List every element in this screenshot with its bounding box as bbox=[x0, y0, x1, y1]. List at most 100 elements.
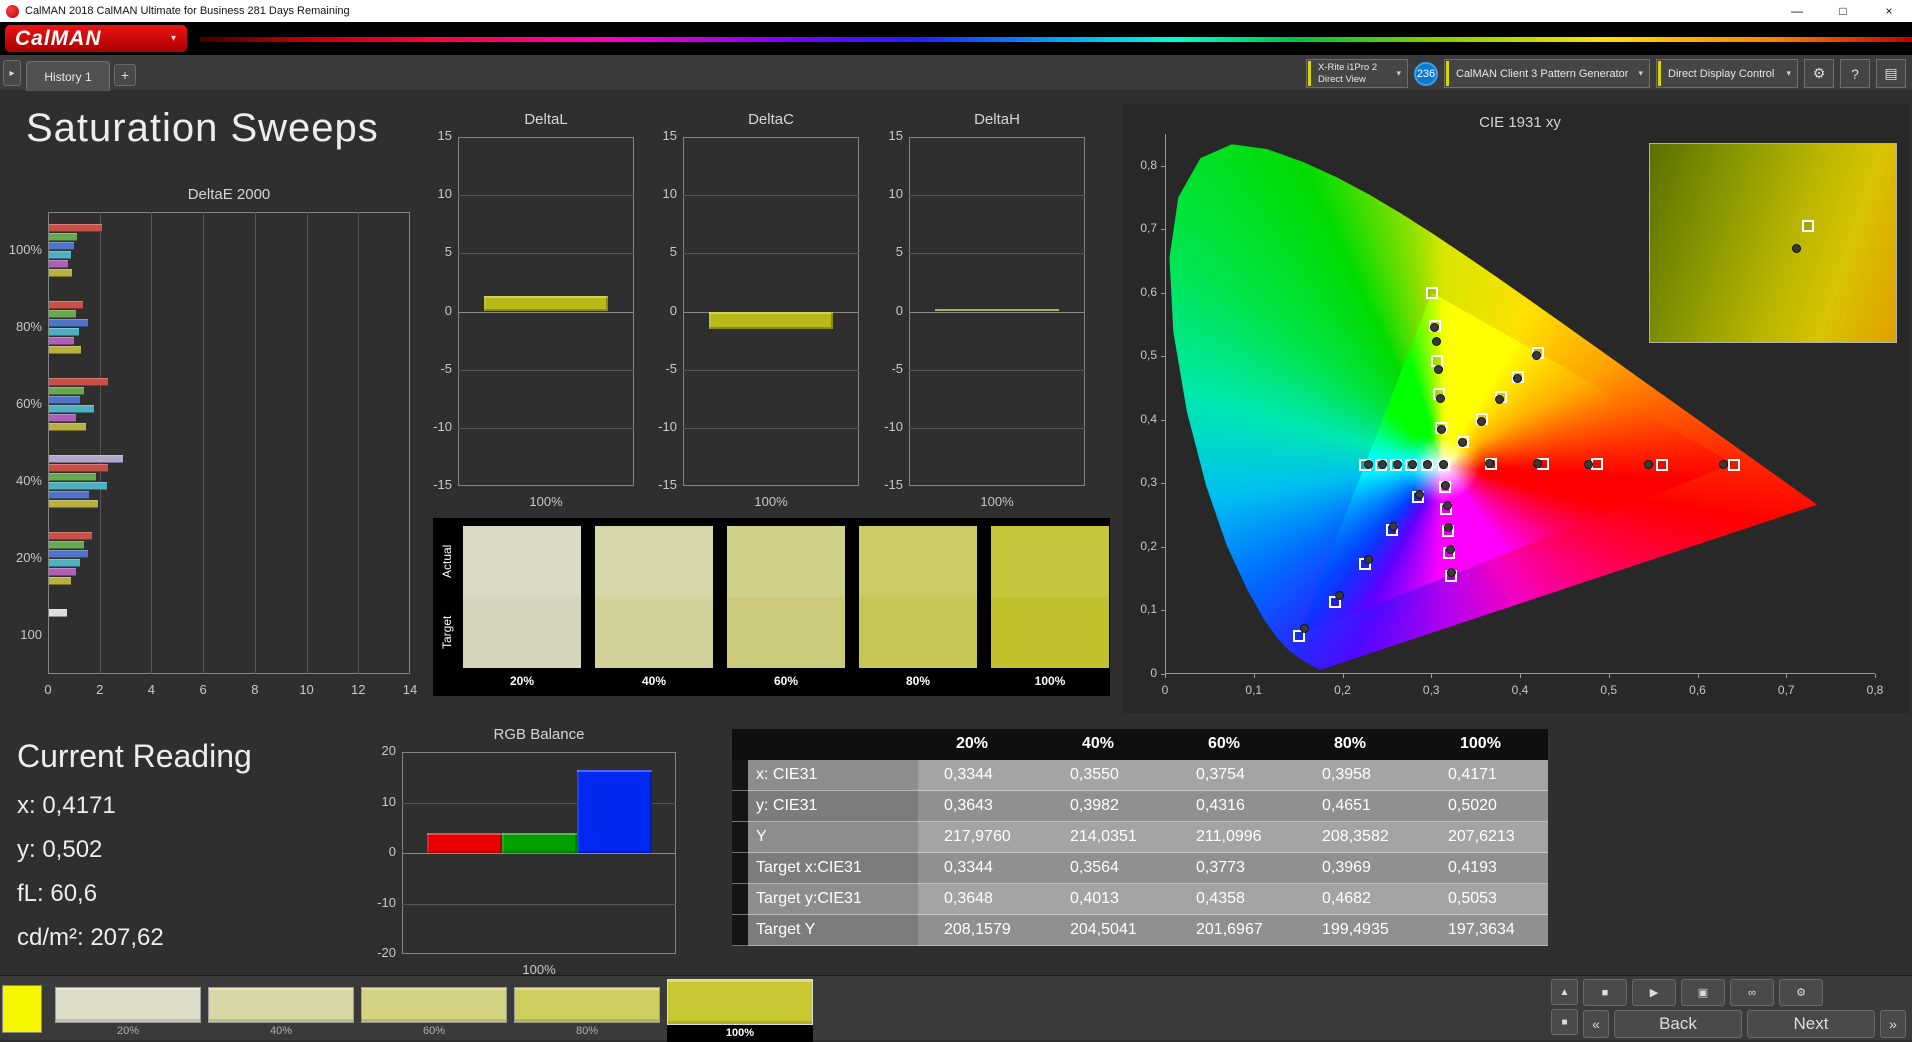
row-label: Target Y bbox=[748, 915, 918, 946]
table-corner bbox=[732, 729, 748, 760]
row-accent bbox=[732, 853, 748, 884]
table-cell: 214,0351 bbox=[1044, 822, 1170, 853]
display-control-label: Direct Display Control bbox=[1668, 67, 1775, 80]
table-corner bbox=[748, 729, 918, 760]
patch-swatch-list: 20% 40% 60% 80% 100% bbox=[55, 979, 845, 1042]
table-row: Target Y 208,1579 204,5041 201,6967 199,4935… bbox=[732, 915, 1548, 946]
row-accent bbox=[732, 760, 748, 791]
capture-button[interactable]: ▣ bbox=[1681, 979, 1725, 1006]
play-button[interactable]: ▶ bbox=[1632, 979, 1676, 1006]
column-header: 20% bbox=[918, 729, 1044, 760]
calman-logo-menu[interactable]: CalMAN ▾ bbox=[5, 25, 187, 52]
table-cell: 0,3982 bbox=[1044, 791, 1170, 822]
close-button[interactable]: × bbox=[1866, 0, 1912, 22]
table-cell: 0,4013 bbox=[1044, 884, 1170, 915]
cie-measured-marker bbox=[1363, 459, 1373, 469]
cie-measured-marker bbox=[1441, 480, 1451, 490]
patch-color bbox=[361, 987, 507, 1023]
row-accent bbox=[732, 822, 748, 853]
cie-measured-marker bbox=[1447, 567, 1457, 577]
meter-count-badge: 236 bbox=[1414, 61, 1438, 86]
patch-color bbox=[667, 979, 813, 1025]
row-label: Target y:CIE31 bbox=[748, 884, 918, 915]
next-button[interactable]: Next bbox=[1747, 1010, 1875, 1038]
y-tick-label: -20 bbox=[377, 945, 396, 960]
table-row: Target y:CIE31 0,3648 0,4013 0,4358 0,4682 0,… bbox=[732, 884, 1548, 915]
display-control-dropdown[interactable]: Direct Display Control ▾ bbox=[1656, 59, 1798, 88]
skip-back-icon[interactable]: « bbox=[1583, 1010, 1609, 1038]
tab-scroll-button[interactable]: ▸ bbox=[3, 60, 21, 86]
logo-bar: CalMAN ▾ bbox=[0, 22, 1912, 55]
settings-button[interactable]: ⚙ bbox=[1804, 59, 1834, 88]
cie-target-marker bbox=[1802, 220, 1814, 232]
minimize-button[interactable]: — bbox=[1774, 0, 1820, 22]
cie-measured-marker bbox=[1435, 394, 1445, 404]
cie-measured-marker bbox=[1364, 554, 1374, 564]
table-cell: 0,3564 bbox=[1044, 853, 1170, 884]
rgb-bar bbox=[576, 769, 652, 853]
pattern-generator-label: CalMAN Client 3 Pattern Generator bbox=[1456, 67, 1629, 80]
cie-target-marker bbox=[1728, 458, 1740, 471]
patch-swatch-60%[interactable]: 60% bbox=[361, 979, 507, 1041]
table-cell: 217,9760 bbox=[918, 822, 1044, 853]
patch-swatch-80%[interactable]: 80% bbox=[514, 979, 660, 1041]
cie-measured-marker bbox=[1444, 522, 1454, 532]
y-tick-label: 10 bbox=[381, 793, 396, 809]
title-bar: CalMAN 2018 CalMAN Ultimate for Business… bbox=[0, 0, 1912, 22]
patch-label: 40% bbox=[269, 1025, 293, 1037]
chevron-down-icon: ▾ bbox=[1396, 68, 1401, 78]
chevron-down-icon: ▾ bbox=[1786, 68, 1791, 78]
main-content: Saturation Sweeps DeltaE 2000 0 2 4 6 8 10 12 14… bbox=[0, 0, 1912, 1040]
patch-swatch-20%[interactable]: 20% bbox=[55, 979, 201, 1041]
cie-target-marker bbox=[1591, 458, 1604, 471]
patch-swatch-40%[interactable]: 40% bbox=[208, 979, 354, 1041]
rgb-bar bbox=[426, 832, 502, 853]
row-label: Y bbox=[748, 822, 918, 853]
results-table: 20% 40% 60% 80% 100% x: CIE31 0,3344 0,3550 0,37… bbox=[732, 729, 1548, 946]
window-title: CalMAN 2018 CalMAN Ultimate for Business… bbox=[25, 5, 350, 17]
patch-swatch-100%[interactable]: 100% bbox=[667, 979, 813, 1042]
table-cell: 0,5053 bbox=[1422, 884, 1548, 915]
help-button[interactable]: ? bbox=[1840, 59, 1870, 88]
y-tick-label: -10 bbox=[377, 894, 396, 910]
column-header: 80% bbox=[1296, 729, 1422, 760]
skip-forward-icon[interactable]: » bbox=[1880, 1010, 1906, 1038]
table-cell: 0,4316 bbox=[1170, 791, 1296, 822]
y-tick-label: 20 bbox=[381, 743, 396, 758]
table-cell: 0,3754 bbox=[1170, 760, 1296, 791]
patch-label: 100% bbox=[667, 1025, 813, 1042]
back-button[interactable]: Back bbox=[1614, 1010, 1742, 1038]
cie-target-marker bbox=[1426, 286, 1439, 299]
pattern-generator-dropdown[interactable]: CalMAN Client 3 Pattern Generator ▾ bbox=[1444, 59, 1650, 88]
tab-history-1[interactable]: History 1 bbox=[26, 61, 110, 91]
patch-color bbox=[514, 987, 660, 1023]
patch-window-button[interactable]: ■ bbox=[1551, 1009, 1578, 1035]
cie-measured-marker bbox=[1584, 459, 1594, 469]
add-tab-button[interactable]: + bbox=[114, 64, 136, 86]
row-label: Target x:CIE31 bbox=[748, 853, 918, 884]
patch-window-up-button[interactable]: ▲ bbox=[1551, 979, 1578, 1005]
gridline bbox=[402, 903, 676, 905]
read-options-button[interactable]: ⚙ bbox=[1779, 979, 1823, 1006]
table-cell: 197,3634 bbox=[1422, 915, 1548, 946]
meter-device-dropdown[interactable]: X-Rite i1Pro 2 Direct View ▾ bbox=[1306, 59, 1408, 88]
table-row: y: CIE31 0,3643 0,3982 0,4316 0,4651 0,5020 bbox=[732, 791, 1548, 822]
window-controls: — □ × bbox=[1774, 0, 1912, 22]
row-accent bbox=[732, 791, 748, 822]
stop-button[interactable]: ■ bbox=[1583, 979, 1627, 1006]
table-cell: 0,4193 bbox=[1422, 853, 1548, 884]
cie-measured-marker bbox=[1531, 350, 1541, 360]
cie-measured-marker bbox=[1792, 244, 1801, 253]
calman-logo-text: CalMAN bbox=[15, 26, 102, 50]
maximize-button[interactable]: □ bbox=[1820, 0, 1866, 22]
workflow-tab-bar: ▸ History 1 + X-Rite i1Pro 2 Direct View… bbox=[0, 55, 1912, 91]
app-icon bbox=[6, 4, 19, 18]
table-cell: 0,3344 bbox=[918, 853, 1044, 884]
cie-zoom-inset bbox=[1649, 143, 1897, 343]
panel-options-button[interactable]: ▤ bbox=[1876, 59, 1906, 88]
table-row: Y 217,9760 214,0351 211,0996 208,3582 207,621… bbox=[732, 822, 1548, 853]
continuous-read-button[interactable]: ∞ bbox=[1730, 979, 1774, 1006]
table-cell: 208,3582 bbox=[1296, 822, 1422, 853]
meter-status-indicator bbox=[1308, 61, 1311, 86]
meter-mode: Direct View bbox=[1318, 73, 1366, 85]
